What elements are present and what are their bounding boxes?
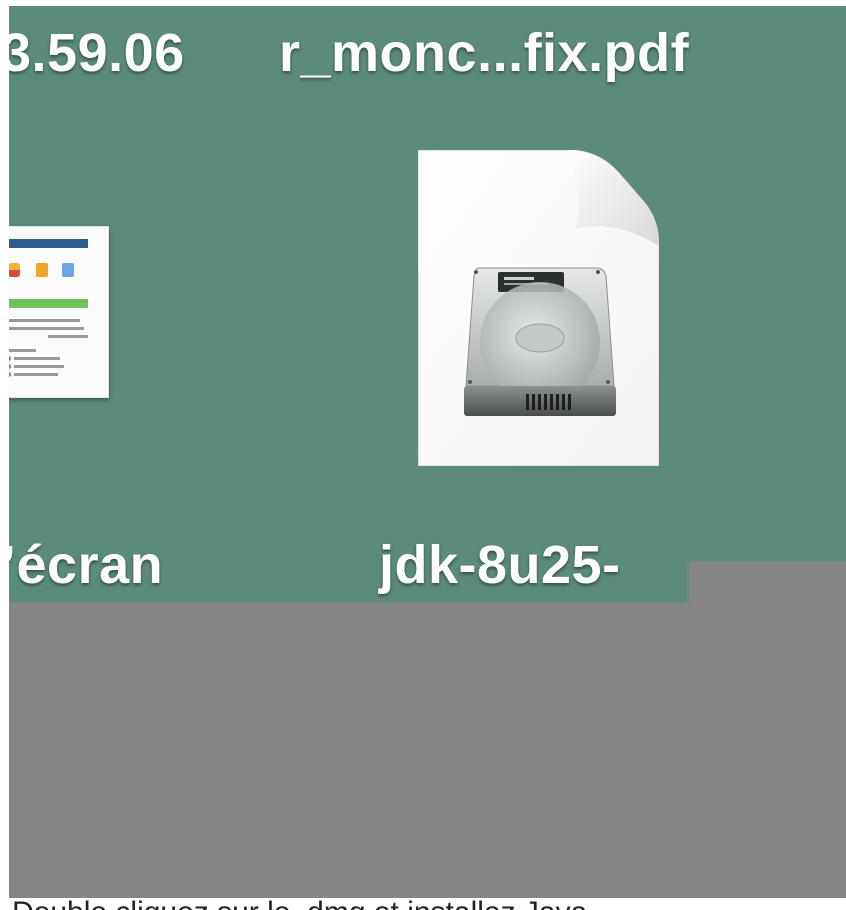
thumbnail-text-line bbox=[48, 335, 88, 338]
gray-overlay-step bbox=[690, 561, 846, 602]
thumbnail-bullet bbox=[9, 364, 11, 369]
thumbnail-text-line bbox=[14, 357, 60, 360]
screenshot-thumbnail-icon[interactable] bbox=[9, 226, 109, 398]
screenshot-file-name-bottom[interactable]: ’écran bbox=[9, 534, 163, 596]
thumbnail-text-line bbox=[9, 349, 36, 352]
instruction-caption: Double cliquez sur le .dmg et installez … bbox=[12, 894, 846, 910]
finder-desktop: 3.59.06 r_monc...fix.pdf ’écran jdk-8u25… bbox=[9, 6, 846, 602]
pdf-file-name[interactable]: r_monc...fix.pdf bbox=[279, 22, 689, 84]
disk-image-document-icon[interactable] bbox=[418, 150, 659, 466]
thumbnail-header-bar bbox=[9, 239, 88, 248]
thumbnail-download-icon bbox=[36, 263, 48, 277]
gray-overlay bbox=[9, 602, 846, 898]
hard-drive-icon bbox=[464, 267, 616, 416]
caption-text: Double cliquez sur le .dmg et installez … bbox=[12, 898, 846, 910]
thumbnail-bullet bbox=[9, 372, 11, 377]
thumbnail-text-line bbox=[9, 319, 80, 322]
screenshot-file-name-top[interactable]: 3.59.06 bbox=[9, 22, 185, 84]
thumbnail-text-line bbox=[14, 365, 64, 368]
thumbnail-bullet bbox=[9, 356, 11, 361]
thumbnail-green-bar bbox=[9, 299, 88, 308]
screenshot-stage: 3.59.06 r_monc...fix.pdf ’écran jdk-8u25… bbox=[0, 0, 846, 910]
thumbnail-text-line bbox=[14, 373, 58, 376]
thumbnail-text-line bbox=[9, 327, 84, 330]
jdk-dmg-file-name[interactable]: jdk-8u25- bbox=[379, 534, 621, 596]
thumbnail-windows-icon bbox=[62, 263, 74, 277]
thumbnail-browser-icon bbox=[9, 263, 20, 277]
